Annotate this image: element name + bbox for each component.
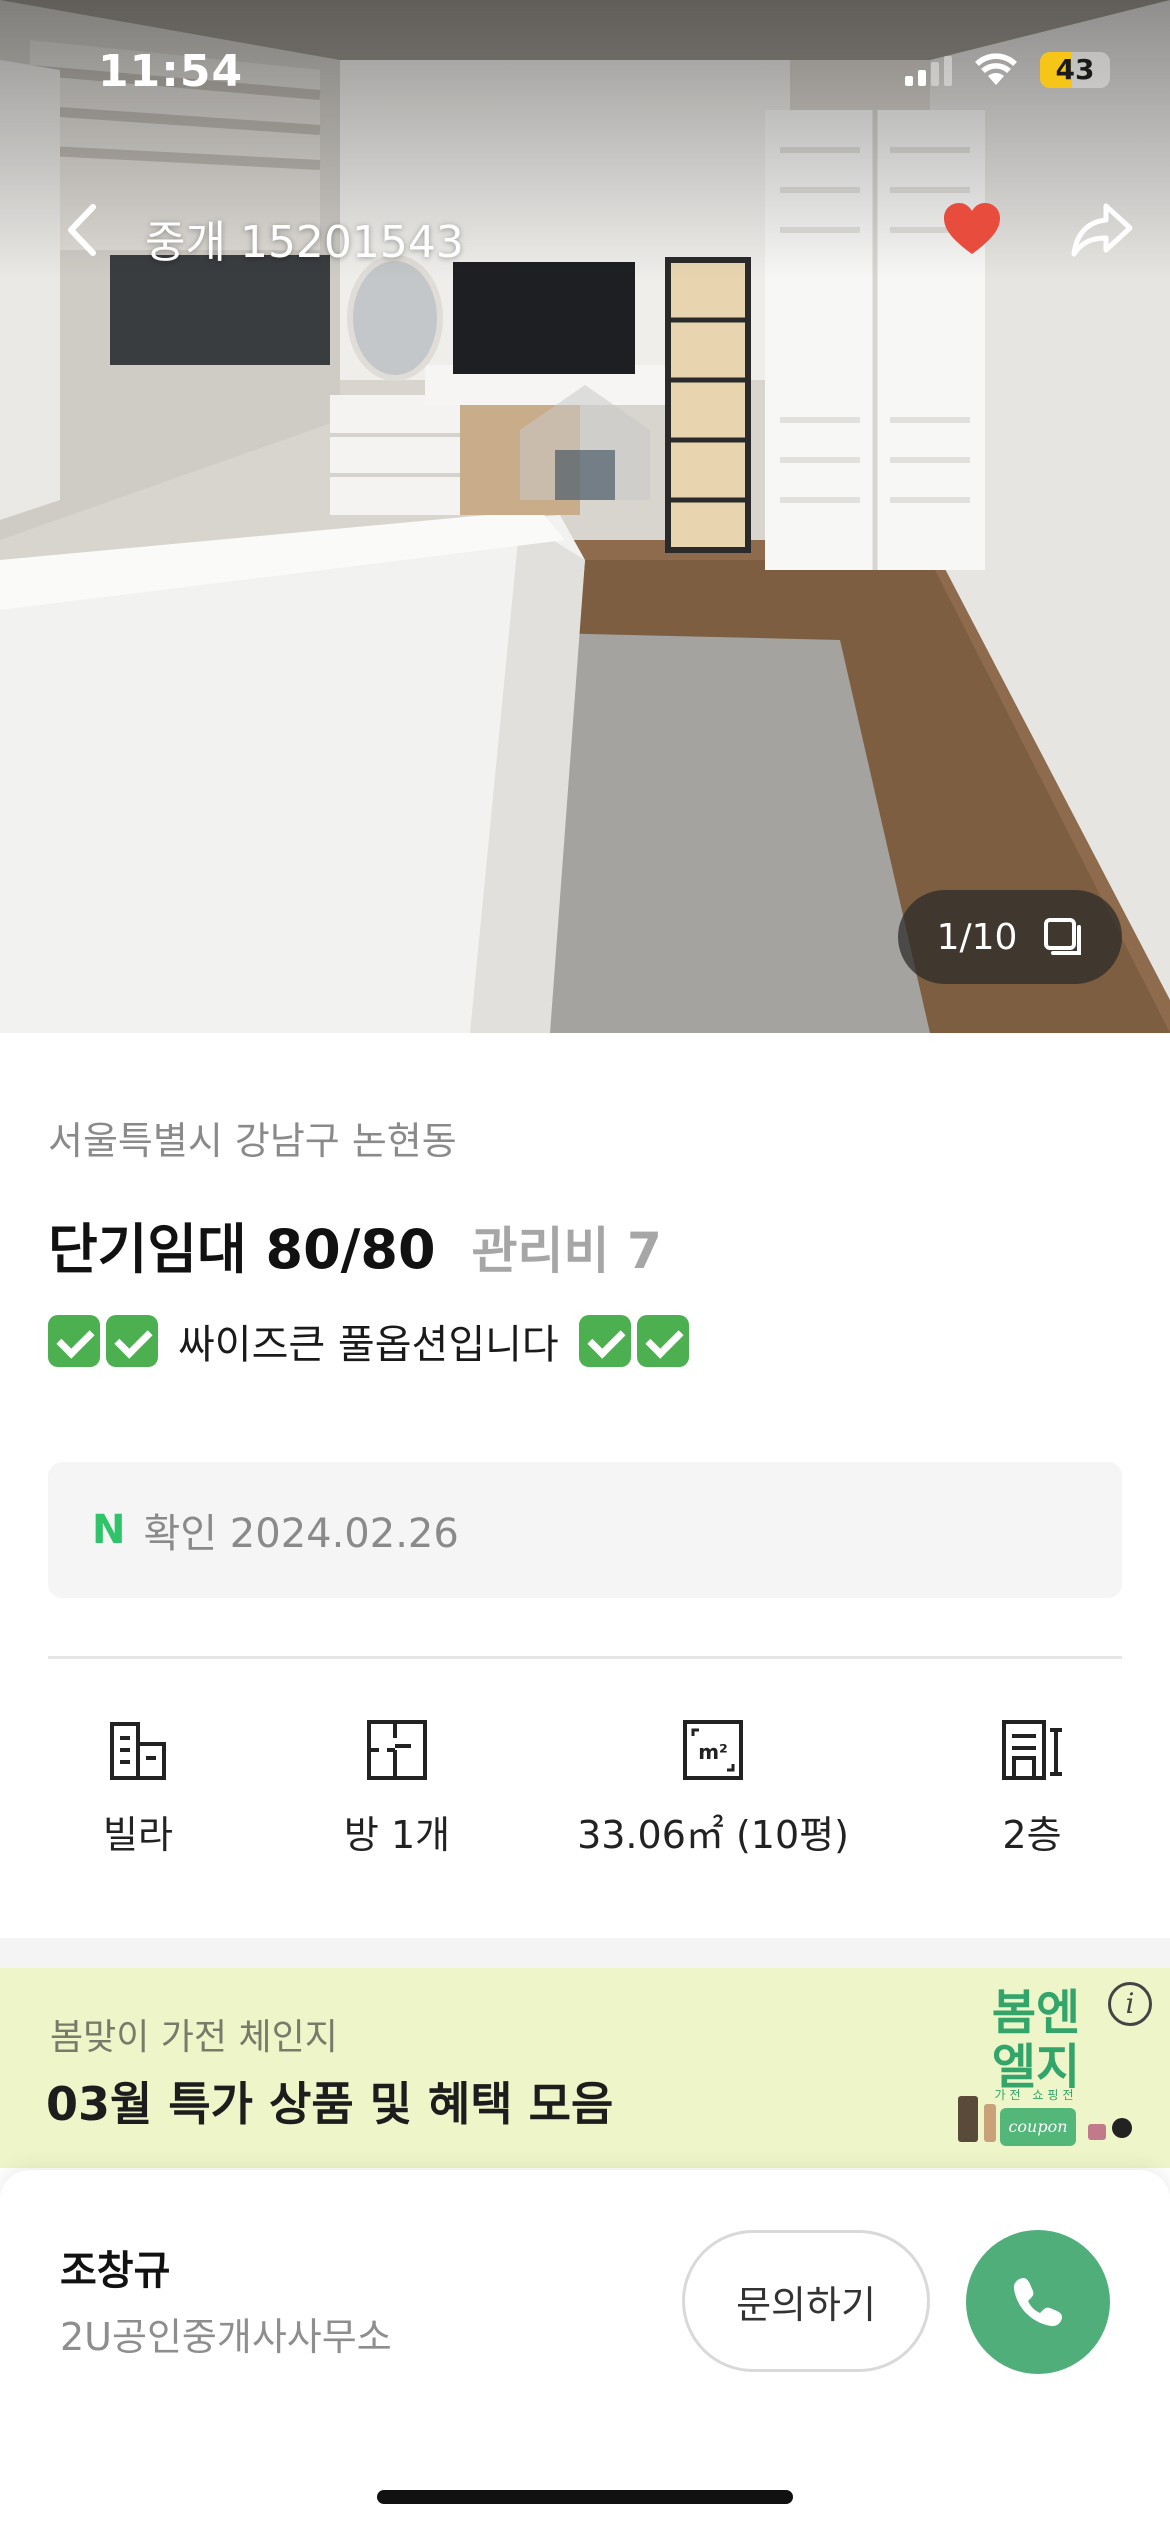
wifi-icon	[975, 53, 1017, 85]
appliance-fridge-icon	[958, 2096, 978, 2142]
call-button[interactable]	[966, 2230, 1110, 2374]
favorite-button[interactable]	[940, 198, 1004, 262]
info-icon[interactable]: i	[1108, 1982, 1152, 2026]
check-mark-icon	[48, 1315, 100, 1367]
floor-icon	[1002, 1720, 1062, 1780]
status-bar: 11:54 43	[0, 0, 1170, 140]
phone-icon	[1013, 2278, 1062, 2327]
listing-address: 서울특별시 강남구 논현동	[48, 1119, 457, 1163]
gallery-stack-icon	[1044, 918, 1082, 955]
banner-brand-sub: 가전 쇼핑전	[994, 2088, 1078, 2102]
status-icons: 43	[905, 52, 1110, 88]
photo-counter-button[interactable]: 1/10	[898, 890, 1122, 984]
battery-icon: 43	[1040, 52, 1110, 88]
spec-label: 방 1개	[343, 1813, 451, 1857]
headline-text: 싸이즈큰 풀옵션입니다	[178, 1322, 559, 1368]
verified-date: 확인 2024.02.26	[143, 1511, 459, 1557]
battery-percent: 43	[1055, 53, 1095, 86]
photo-counter-text: 1/10	[936, 916, 1018, 958]
share-button[interactable]	[1070, 198, 1134, 262]
heart-icon	[944, 203, 1000, 254]
verification-box: N 확인 2024.02.26	[48, 1462, 1122, 1598]
agent-contact-sheet: 조창규 2U공인중개사사무소 문의하기	[0, 2170, 1170, 2532]
spec-building-type: 빌라	[88, 1718, 188, 1859]
agent-name: 조창규	[60, 2248, 171, 2294]
section-separator	[0, 1938, 1170, 1968]
banner-title: 03월 특가 상품 및 혜택 모음	[46, 2077, 614, 2131]
svg-text:m²: m²	[698, 1740, 728, 1764]
floorplan-icon	[367, 1720, 427, 1780]
banner-subtitle: 봄맞이 가전 체인지	[50, 2017, 338, 2058]
promo-banner[interactable]: 봄맞이 가전 체인지 03월 특가 상품 및 혜택 모음 봄엔 엘지 가전 쇼핑전…	[0, 1968, 1170, 2168]
chevron-left-icon	[68, 204, 96, 256]
coupon-tag: coupon	[1000, 2108, 1076, 2146]
maintenance-fee: 관리비 7	[471, 1222, 662, 1280]
spec-label: 2층	[1002, 1813, 1062, 1857]
headline-checks-right	[578, 1315, 689, 1367]
spec-label: 빌라	[103, 1813, 173, 1857]
section-divider	[48, 1656, 1122, 1659]
price-row: 단기임대 80/80 관리비 7	[48, 1205, 662, 1284]
spec-area: m² 33.06㎡ (10평)	[568, 1718, 858, 1859]
inquiry-button[interactable]: 문의하기	[682, 2230, 930, 2372]
appliance-purifier-icon	[984, 2104, 996, 2142]
listing-photo[interactable]	[0, 0, 1170, 1033]
share-icon	[1071, 203, 1133, 257]
listing-price: 단기임대 80/80	[48, 1218, 436, 1281]
home-indicator	[377, 2490, 793, 2504]
listing-id-title: 중개 15201543	[145, 217, 464, 268]
spec-floor: 2층	[982, 1718, 1082, 1859]
status-time: 11:54	[98, 46, 244, 97]
check-mark-icon	[106, 1315, 158, 1367]
cellular-signal-icon	[905, 54, 952, 86]
listing-headline: 싸이즈큰 풀옵션입니다	[48, 1312, 689, 1370]
banner-brand-logo: 봄엔 엘지	[991, 1985, 1081, 2095]
spec-rooms: 방 1개	[332, 1718, 462, 1859]
verified-n-badge: N	[92, 1507, 126, 1553]
agent-office: 2U공인중개사사무소	[60, 2315, 392, 2359]
spec-label: 33.06㎡ (10평)	[577, 1813, 849, 1857]
check-mark-icon	[578, 1315, 631, 1367]
headline-checks-left	[48, 1315, 158, 1367]
check-mark-icon	[636, 1315, 689, 1367]
area-icon: m²	[683, 1720, 743, 1780]
building-icon	[110, 1722, 166, 1780]
appliance-small-icon	[1088, 2124, 1106, 2140]
back-button[interactable]	[52, 200, 112, 260]
top-navigation: 중개 15201543	[0, 180, 1170, 280]
appliance-robot-icon	[1112, 2118, 1132, 2138]
